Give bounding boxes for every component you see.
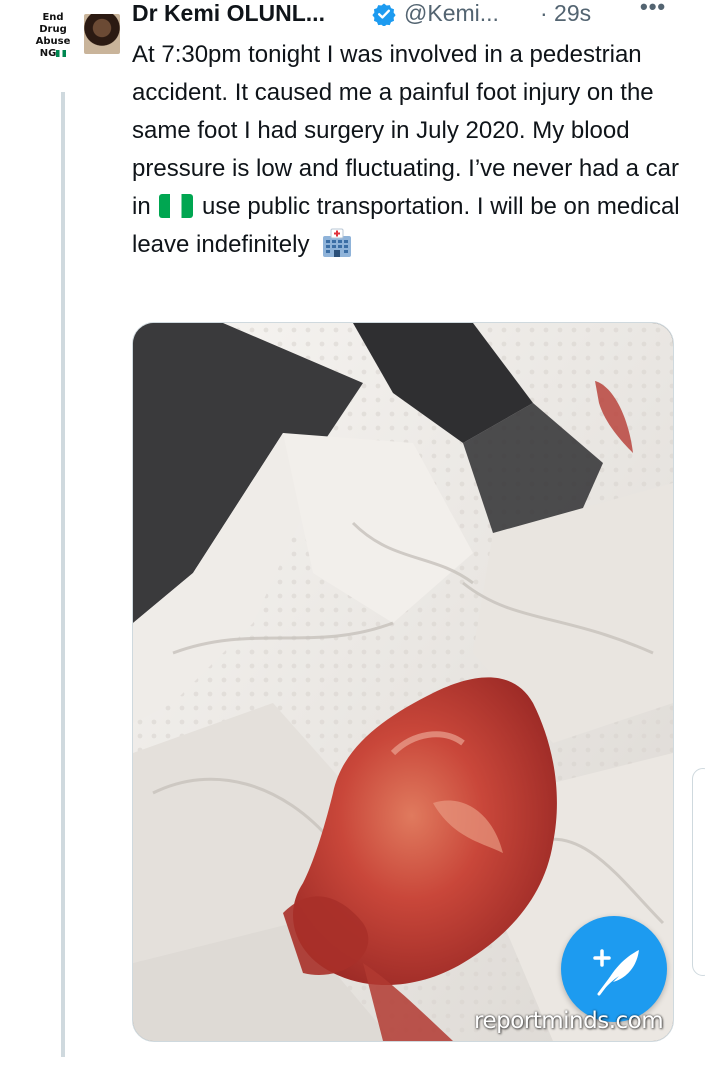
more-icon[interactable]: ••• [640, 0, 666, 20]
compose-tweet-button[interactable] [561, 916, 667, 1022]
nigeria-flag-icon [159, 194, 194, 218]
avatar-photo [84, 14, 120, 54]
author-avatar[interactable]: End Drug Abuse NG [22, 8, 120, 68]
hospital-icon [323, 228, 352, 257]
tweet-timestamp[interactable]: · 29s [540, 0, 591, 26]
author-name[interactable]: Dr Kemi OLUNL... [132, 0, 325, 26]
compose-feather-icon [593, 949, 639, 996]
side-panel-handle[interactable] [692, 768, 705, 976]
verified-badge-icon [372, 3, 396, 26]
watermark-text: reportminds.com [474, 1008, 664, 1034]
avatar-logo-text: End Drug Abuse NG [35, 12, 71, 59]
tweet-header: Dr Kemi OLUNL... @Kemi... · 29s ••• [132, 0, 705, 30]
tweet-text: At 7:30pm tonight I was involved in a pe… [132, 41, 680, 258]
nigeria-flag-icon [56, 49, 67, 57]
thread-line [61, 92, 65, 1057]
author-handle[interactable]: @Kemi... [404, 0, 499, 26]
